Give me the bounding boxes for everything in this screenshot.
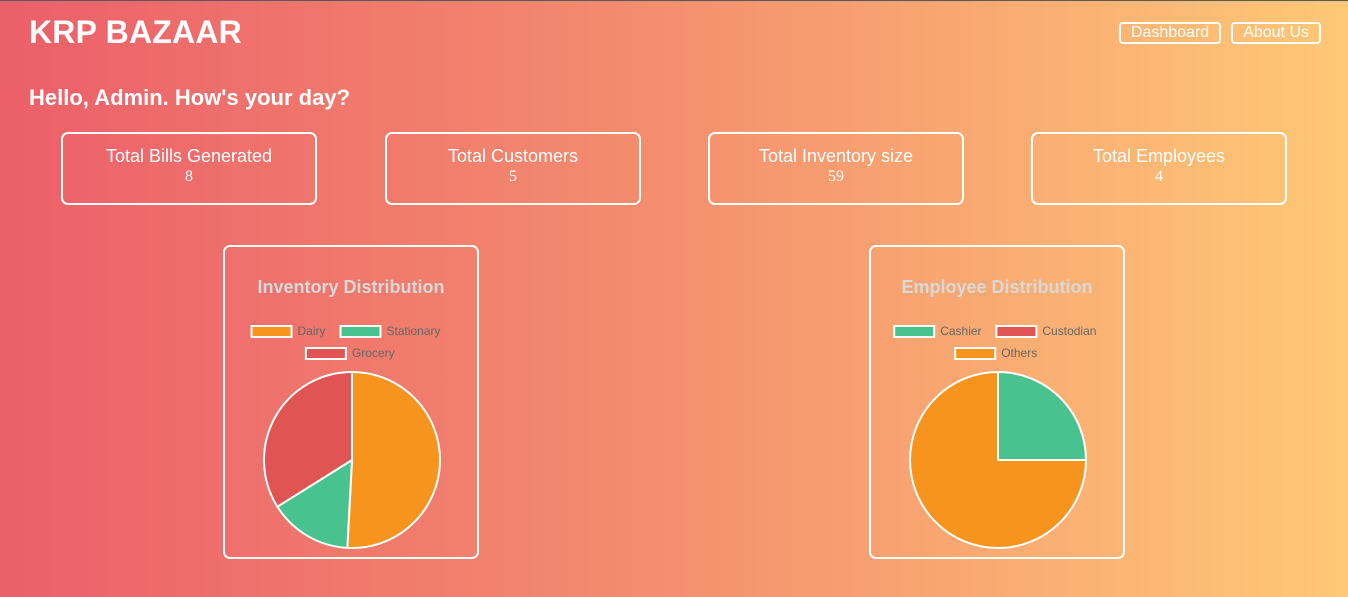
legend-label-others[interactable]: Others [1001, 346, 1037, 360]
stat-value: 59 [828, 168, 844, 185]
greeting-heading: Hello, Admin. How's your day? [29, 85, 351, 110]
legend-swatch-dairy[interactable] [250, 325, 293, 338]
stat-card-bills: Total Bills Generated 8 [61, 132, 317, 205]
stat-label: Total Customers [447, 146, 579, 166]
legend-label-cashier[interactable]: Cashier [940, 324, 981, 338]
legend-swatch-others[interactable] [954, 347, 997, 360]
legend-label-dairy[interactable]: Dairy [298, 324, 326, 338]
stat-card-customers: Total Customers 5 [385, 132, 641, 205]
legend-swatch-stationary[interactable] [339, 325, 382, 338]
legend-label-stationary[interactable]: Stationary [387, 324, 441, 338]
brand-title: KRP BAZAAR [29, 14, 242, 50]
dashboard-button[interactable]: Dashboard [1118, 22, 1222, 44]
employee-chart-card: Employee Distribution Cashier Custodian Ot… [869, 245, 1125, 559]
legend-swatch-custodian[interactable] [995, 325, 1038, 338]
stat-card-employees: Total Employees 4 [1031, 132, 1287, 205]
pie-slice-cashier[interactable] [997, 371, 1087, 461]
stat-value: 5 [509, 168, 517, 185]
stat-label: Total Employees [1092, 146, 1226, 166]
stat-label: Total Inventory size [758, 146, 914, 166]
legend-swatch-grocery[interactable] [304, 347, 347, 360]
legend-label-grocery[interactable]: Grocery [352, 346, 395, 360]
employee-pie-chart: Cashier Custodian Others [893, 324, 1096, 549]
inventory-chart-card: Inventory Distribution Dairy Stationary Gr… [223, 245, 479, 559]
legend-swatch-cashier[interactable] [893, 325, 936, 338]
stat-label: Total Bills Generated [105, 146, 273, 166]
legend-label-custodian[interactable]: Custodian [1042, 324, 1096, 338]
stat-value: 4 [1155, 168, 1163, 185]
stat-card-inventory: Total Inventory size 59 [708, 132, 964, 205]
inventory-pie-chart: Dairy Stationary Grocery [250, 324, 441, 549]
about-us-button[interactable]: About Us [1231, 22, 1321, 44]
top-border [0, 0, 1348, 1]
stat-value: 8 [185, 168, 193, 185]
pie-slice-dairy[interactable] [346, 371, 441, 549]
top-nav: Dashboard About Us [1118, 22, 1321, 44]
